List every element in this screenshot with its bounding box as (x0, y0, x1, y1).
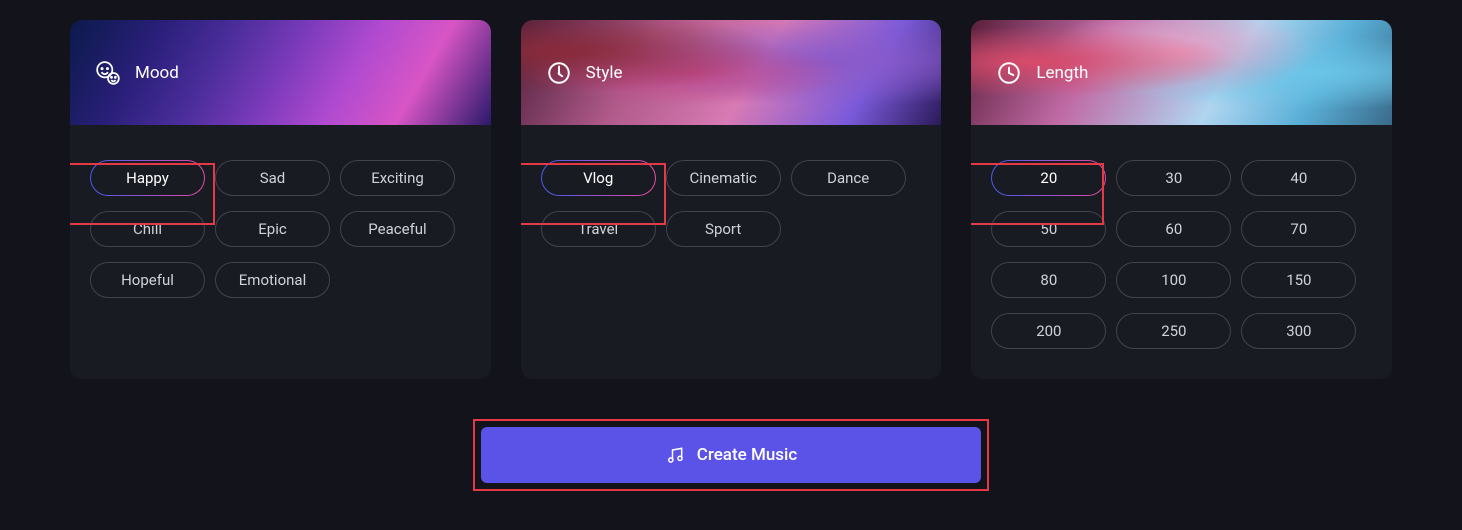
length-options: 20 30 40 50 60 70 80 100 150 200 250 300 (971, 125, 1392, 359)
length-option[interactable]: 70 (1241, 211, 1356, 247)
mood-option[interactable]: Peaceful (340, 211, 455, 247)
create-button-highlight: Create Music (473, 419, 989, 491)
length-option[interactable]: 50 (991, 211, 1106, 247)
length-card-header: Length (971, 20, 1392, 125)
length-card: Length 20 30 40 50 60 70 80 100 150 200 250 300 (971, 20, 1392, 379)
style-title: Style (586, 63, 623, 83)
length-option[interactable]: 300 (1241, 313, 1356, 349)
style-option[interactable]: Dance (791, 160, 906, 196)
length-title: Length (1036, 63, 1088, 83)
length-option[interactable]: 60 (1116, 211, 1231, 247)
length-option[interactable]: 100 (1116, 262, 1231, 298)
length-option[interactable]: 250 (1116, 313, 1231, 349)
length-option[interactable]: 20 (991, 160, 1106, 196)
create-music-button[interactable]: Create Music (481, 427, 981, 483)
style-option[interactable]: Vlog (541, 160, 656, 196)
length-option[interactable]: 30 (1116, 160, 1231, 196)
length-option[interactable]: 40 (1241, 160, 1356, 196)
mood-option[interactable]: Exciting (340, 160, 455, 196)
style-card: Style Vlog Cinematic Dance Travel Sport (521, 20, 942, 379)
mood-icon (95, 60, 121, 86)
mood-option[interactable]: Hopeful (90, 262, 205, 298)
style-icon (546, 60, 572, 86)
length-icon (996, 60, 1022, 86)
music-note-icon (665, 445, 685, 465)
length-option[interactable]: 200 (991, 313, 1106, 349)
mood-option[interactable]: Emotional (215, 262, 330, 298)
create-music-label: Create Music (697, 445, 798, 465)
mood-option[interactable]: Happy (90, 160, 205, 196)
length-option[interactable]: 150 (1241, 262, 1356, 298)
style-option[interactable]: Travel (541, 211, 656, 247)
length-option[interactable]: 80 (991, 262, 1106, 298)
style-options: Vlog Cinematic Dance Travel Sport (521, 125, 942, 257)
mood-option[interactable]: Sad (215, 160, 330, 196)
mood-title: Mood (135, 63, 179, 83)
style-option[interactable]: Sport (666, 211, 781, 247)
mood-option[interactable]: Chill (90, 211, 205, 247)
style-option[interactable]: Cinematic (666, 160, 781, 196)
mood-card-header: Mood (70, 20, 491, 125)
mood-options: Happy Sad Exciting Chill Epic Peaceful Hopeful… (70, 125, 491, 308)
style-card-header: Style (521, 20, 942, 125)
mood-option[interactable]: Epic (215, 211, 330, 247)
mood-card: Mood Happy Sad Exciting Chill Epic Peaceful Ho… (70, 20, 491, 379)
